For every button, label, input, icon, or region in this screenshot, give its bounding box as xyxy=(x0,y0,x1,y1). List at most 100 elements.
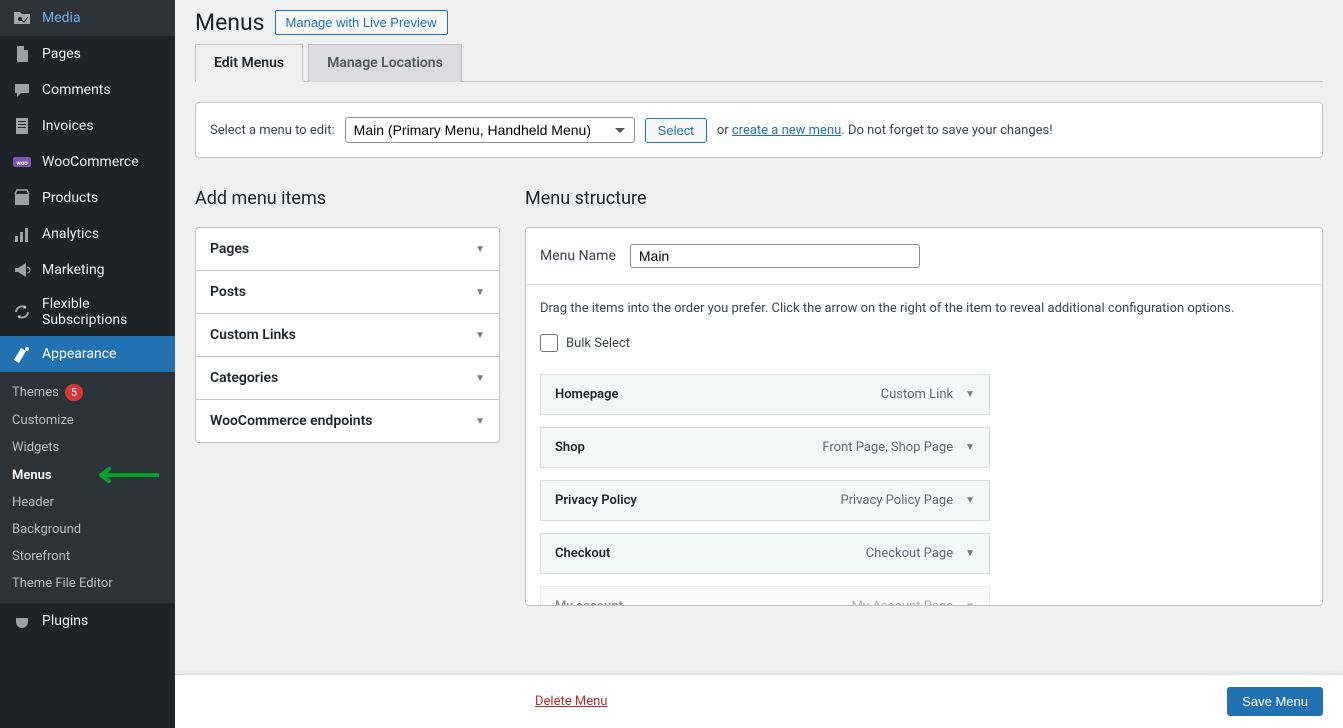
chevron-down-icon: ▼ xyxy=(965,495,975,506)
bulk-select-checkbox[interactable] xyxy=(540,334,558,352)
sidebar-item-marketing[interactable]: Marketing xyxy=(0,252,175,288)
sub-item-customize[interactable]: Customize xyxy=(0,407,175,434)
marketing-icon xyxy=(12,260,32,280)
tab-edit-menus[interactable]: Edit Menus xyxy=(195,44,303,82)
sub-item-menus[interactable]: Menus xyxy=(0,461,175,489)
tab-bar: Edit Menus Manage Locations xyxy=(195,44,1323,82)
sidebar-label: Invoices xyxy=(42,118,94,134)
highlight-arrow-icon xyxy=(89,467,159,483)
menu-structure-heading: Menu structure xyxy=(525,188,1323,209)
appearance-submenu: Themes 5 Customize Widgets Menus Header … xyxy=(0,372,175,603)
sub-item-storefront[interactable]: Storefront xyxy=(0,543,175,570)
accordion-categories[interactable]: Categories▼ xyxy=(196,357,499,400)
save-menu-button[interactable]: Save Menu xyxy=(1227,687,1323,716)
main-content: Menus Manage with Live Preview Edit Menu… xyxy=(175,0,1343,728)
themes-badge: 5 xyxy=(65,384,83,401)
bulk-select-row[interactable]: Bulk Select xyxy=(540,334,1308,352)
sidebar-item-comments[interactable]: Comments xyxy=(0,72,175,108)
footer-bar: Delete Menu Save Menu xyxy=(175,674,1343,728)
sub-item-theme-file-editor[interactable]: Theme File Editor xyxy=(0,570,175,597)
sub-label: Theme File Editor xyxy=(12,576,113,591)
page-header: Menus Manage with Live Preview xyxy=(195,0,1323,44)
accordion-pages[interactable]: Pages▼ xyxy=(196,228,499,271)
media-icon xyxy=(12,8,32,28)
sidebar-item-analytics[interactable]: Analytics xyxy=(0,216,175,252)
tab-manage-locations[interactable]: Manage Locations xyxy=(308,44,462,82)
accordion-posts[interactable]: Posts▼ xyxy=(196,271,499,314)
chevron-down-icon: ▼ xyxy=(965,548,975,559)
accordion-woo-endpoints[interactable]: WooCommerce endpoints▼ xyxy=(196,400,499,442)
woo-icon: woo xyxy=(12,152,32,172)
create-new-menu-link[interactable]: create a new menu xyxy=(732,123,841,138)
sub-item-widgets[interactable]: Widgets xyxy=(0,434,175,461)
menu-item-row[interactable]: Privacy Policy Privacy Policy Page ▼ xyxy=(540,480,990,521)
menu-select[interactable]: Main (Primary Menu, Handheld Menu) xyxy=(345,117,635,143)
chevron-down-icon: ▼ xyxy=(965,601,975,605)
sub-item-themes[interactable]: Themes 5 xyxy=(0,378,175,407)
sidebar-label: Analytics xyxy=(42,226,99,242)
menu-item-row[interactable]: Shop Front Page, Shop Page ▼ xyxy=(540,427,990,468)
select-menu-label: Select a menu to edit: xyxy=(210,123,335,138)
sidebar-item-pages[interactable]: Pages xyxy=(0,36,175,72)
invoices-icon xyxy=(12,116,32,136)
menu-item-title: Privacy Policy xyxy=(555,493,637,508)
menu-item-row[interactable]: My account My Account Page ▼ xyxy=(540,586,990,605)
admin-sidebar: Media Pages Comments Invoices woo WooCom… xyxy=(0,0,175,728)
subs-icon xyxy=(12,302,32,322)
page-title: Menus xyxy=(195,9,265,36)
sidebar-item-woocommerce[interactable]: woo WooCommerce xyxy=(0,144,175,180)
menu-item-type: Privacy Policy Page xyxy=(840,493,953,508)
select-menu-panel: Select a menu to edit: Main (Primary Men… xyxy=(195,102,1323,158)
sub-item-background[interactable]: Background xyxy=(0,516,175,543)
sub-label: Widgets xyxy=(12,440,59,455)
menu-structure-panel: Menu Name Drag the items into the order … xyxy=(525,227,1323,606)
sub-label: Themes xyxy=(12,385,59,400)
sub-label: Storefront xyxy=(12,549,70,564)
sidebar-label: Pages xyxy=(42,46,81,62)
comments-icon xyxy=(12,80,32,100)
chevron-down-icon: ▼ xyxy=(475,244,485,255)
menu-item-title: My account xyxy=(555,599,623,605)
menu-item-row[interactable]: Checkout Checkout Page ▼ xyxy=(540,533,990,574)
sidebar-item-plugins[interactable]: Plugins xyxy=(0,603,175,639)
pages-icon xyxy=(12,44,32,64)
bulk-select-label: Bulk Select xyxy=(566,336,630,351)
accordion-custom-links[interactable]: Custom Links▼ xyxy=(196,314,499,357)
sidebar-label: Marketing xyxy=(42,262,105,278)
select-button[interactable]: Select xyxy=(645,118,707,143)
menu-item-row[interactable]: Homepage Custom Link ▼ xyxy=(540,374,990,415)
products-icon xyxy=(12,188,32,208)
sub-label: Menus xyxy=(12,468,52,483)
sidebar-label: Plugins xyxy=(42,613,88,629)
menu-structure-column: Menu structure Menu Name Drag the items … xyxy=(525,188,1323,606)
structure-hint: Drag the items into the order you prefer… xyxy=(540,301,1308,316)
menu-item-title: Checkout xyxy=(555,546,610,561)
menu-items-list: Homepage Custom Link ▼ Shop Front Page, … xyxy=(540,374,1308,605)
chevron-down-icon: ▼ xyxy=(475,330,485,341)
menu-item-type: Custom Link xyxy=(881,387,953,402)
menu-item-type: Front Page, Shop Page xyxy=(822,440,953,455)
live-preview-button[interactable]: Manage with Live Preview xyxy=(275,10,448,35)
sidebar-item-invoices[interactable]: Invoices xyxy=(0,108,175,144)
sidebar-item-appearance[interactable]: Appearance xyxy=(0,336,175,372)
sidebar-label: Media xyxy=(42,10,81,26)
add-items-heading: Add menu items xyxy=(195,188,500,209)
analytics-icon xyxy=(12,224,32,244)
sub-item-header[interactable]: Header xyxy=(0,489,175,516)
appearance-icon xyxy=(12,344,32,364)
sidebar-label: Flexible Subscriptions xyxy=(42,296,163,328)
add-menu-items-column: Add menu items Pages▼ Posts▼ Custom Link… xyxy=(195,188,500,443)
delete-menu-link[interactable]: Delete Menu xyxy=(535,694,607,709)
menu-name-input[interactable] xyxy=(630,244,920,268)
sidebar-label: Appearance xyxy=(42,346,116,362)
sidebar-item-products[interactable]: Products xyxy=(0,180,175,216)
sidebar-item-media[interactable]: Media xyxy=(0,0,175,36)
chevron-down-icon: ▼ xyxy=(475,373,485,384)
sidebar-item-subscriptions[interactable]: Flexible Subscriptions xyxy=(0,288,175,336)
chevron-down-icon: ▼ xyxy=(475,287,485,298)
chevron-down-icon: ▼ xyxy=(965,442,975,453)
menu-item-title: Shop xyxy=(555,440,585,455)
sidebar-label: WooCommerce xyxy=(42,154,139,170)
sub-label: Header xyxy=(12,495,54,510)
menu-item-title: Homepage xyxy=(555,387,619,402)
